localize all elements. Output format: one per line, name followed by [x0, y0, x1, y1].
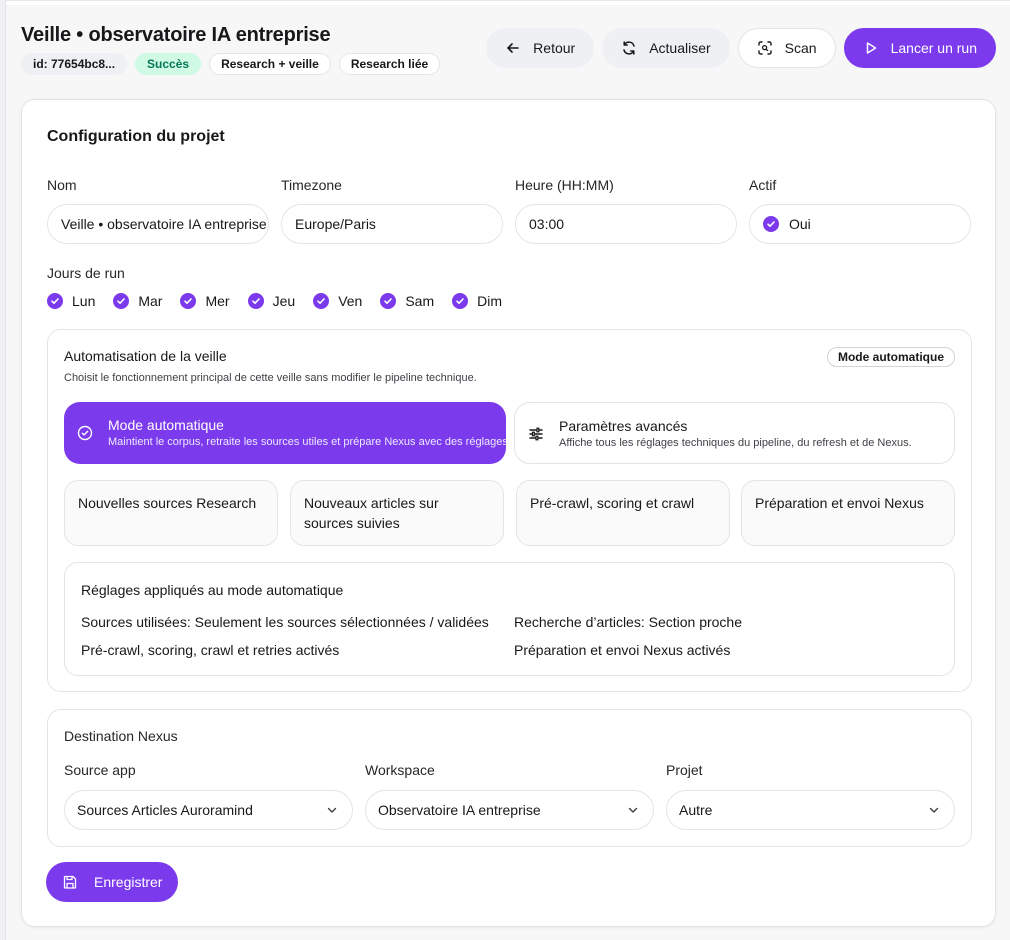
step-crawl[interactable]: Pré-crawl, scoring et crawl [516, 480, 730, 546]
day-label: Lun [72, 293, 96, 309]
save-label: Enregistrer [94, 874, 163, 890]
save-button[interactable]: Enregistrer [46, 862, 179, 902]
mode-auto-desc: Maintient le corpus, retraite les source… [108, 436, 506, 448]
sliders-icon [529, 427, 543, 441]
day-checkbox-dim[interactable]: Dim [452, 293, 502, 309]
advanced-settings-desc: Affiche tous les réglages techniques du … [559, 437, 912, 449]
check-circle-icon [77, 425, 93, 441]
refresh-label: Actualiser [649, 40, 711, 56]
check-icon [313, 293, 330, 309]
mode-auto-option[interactable]: Mode automatique Maintient le corpus, re… [64, 402, 506, 464]
check-icon [247, 293, 264, 309]
launch-run-button[interactable]: Lancer un run [843, 28, 996, 68]
check-icon [47, 293, 63, 309]
config-title: Configuration du projet [47, 128, 225, 145]
source-app-select[interactable]: Sources Articles Auroramind [64, 790, 353, 830]
nexus-title: Destination Nexus [64, 728, 178, 744]
header-actions: Retour Actualiser Scan Lancer un run [486, 28, 996, 68]
check-icon [380, 293, 397, 309]
active-toggle[interactable]: Oui [749, 204, 971, 244]
advanced-settings-title: Paramètres avancés [559, 418, 688, 434]
day-label: Ven [338, 293, 363, 309]
nexus-destination-panel: Destination Nexus Source app Sources Art… [47, 709, 972, 847]
check-icon [452, 293, 469, 309]
top-border [0, 0, 1010, 5]
applied-settings-title: Réglages appliqués au mode automatique [81, 582, 344, 598]
automation-subtitle: Choisit le fonctionnement principal de c… [64, 372, 477, 384]
page-title: Veille • observatoire IA entreprise [21, 24, 331, 46]
day-checkbox-mar[interactable]: Mar [113, 293, 162, 309]
source-app-label: Source app [64, 762, 136, 778]
step-nexus[interactable]: Préparation et envoi Nexus [741, 480, 955, 546]
refresh-button[interactable]: Actualiser [602, 28, 730, 68]
scan-button[interactable]: Scan [737, 28, 836, 68]
day-label: Dim [477, 293, 503, 309]
launch-run-label: Lancer un run [890, 40, 977, 56]
day-checkbox-mer[interactable]: Mer [180, 293, 230, 309]
name-label: Nom [47, 177, 77, 193]
run-days: Lun Mar Mer Jeu Ven Sam Dim [47, 293, 520, 309]
left-edge [0, 0, 6, 940]
check-icon [113, 293, 130, 309]
header-chips: id: 77654bc8... Succès Research + veille… [21, 53, 441, 75]
refresh-icon [623, 41, 635, 55]
scan-label: Scan [784, 40, 817, 56]
project-value: Autre [679, 802, 713, 818]
day-checkbox-jeu[interactable]: Jeu [247, 293, 296, 309]
day-label: Sam [405, 293, 435, 309]
advanced-settings-option[interactable]: Paramètres avancés Affiche tous les régl… [514, 402, 955, 464]
project-label: Projet [666, 762, 703, 778]
check-icon [763, 216, 779, 232]
active-value: Oui [789, 216, 811, 232]
hour-label: Heure (HH:MM) [515, 177, 614, 193]
day-checkbox-ven[interactable]: Ven [313, 293, 362, 309]
mode-badge: Mode automatique [826, 347, 955, 367]
day-label: Mar [138, 293, 163, 309]
applied-setting: Sources utilisées: Seulement les sources… [81, 614, 489, 630]
workspace-label: Workspace [365, 762, 435, 778]
run-days-label: Jours de run [47, 265, 125, 281]
automation-title: Automatisation de la veille [64, 348, 227, 364]
name-input[interactable]: Veille • observatoire IA entreprise [47, 204, 269, 244]
linked-research-badge[interactable]: Research liée [338, 53, 441, 75]
day-checkbox-sam[interactable]: Sam [380, 293, 434, 309]
source-app-value: Sources Articles Auroramind [77, 802, 253, 818]
hour-input[interactable]: 03:00 [515, 204, 737, 244]
chevron-down-icon [628, 807, 638, 813]
step-new-sources[interactable]: Nouvelles sources Research [64, 480, 278, 546]
back-button[interactable]: Retour [486, 28, 595, 68]
scan-icon [757, 41, 772, 55]
active-label: Actif [749, 177, 777, 193]
mode-auto-title: Mode automatique [108, 417, 224, 433]
applied-setting: Préparation et envoi Nexus activés [514, 642, 731, 658]
day-checkbox-lun[interactable]: Lun [47, 293, 95, 309]
day-label: Jeu [272, 293, 296, 309]
applied-setting: Recherche d’articles: Section proche [514, 614, 743, 630]
project-select[interactable]: Autre [666, 790, 955, 830]
check-icon [180, 293, 197, 309]
save-icon [63, 875, 77, 889]
applied-settings-panel: Réglages appliqués au mode automatique S… [64, 562, 955, 676]
project-config-card: Configuration du projet Nom Veille • obs… [21, 99, 996, 927]
automation-panel: Automatisation de la veille Choisit le f… [47, 329, 972, 692]
arrow-left-icon [507, 43, 519, 53]
step-new-articles[interactable]: Nouveaux articles sur sources suivies [290, 480, 504, 546]
back-label: Retour [533, 40, 576, 56]
id-badge: id: 77654bc8... [21, 53, 128, 75]
timezone-input[interactable]: Europe/Paris [281, 204, 503, 244]
applied-setting: Pré-crawl, scoring, crawl et retries act… [81, 642, 340, 658]
workspace-select[interactable]: Observatoire IA entreprise [365, 790, 654, 830]
status-badge: Succès [135, 53, 202, 75]
chevron-down-icon [327, 807, 337, 813]
type-badge: Research + veille [209, 53, 331, 75]
day-label: Mer [205, 293, 230, 309]
workspace-value: Observatoire IA entreprise [378, 802, 541, 818]
chevron-down-icon [929, 807, 939, 813]
timezone-label: Timezone [281, 177, 342, 193]
play-icon [866, 42, 876, 54]
